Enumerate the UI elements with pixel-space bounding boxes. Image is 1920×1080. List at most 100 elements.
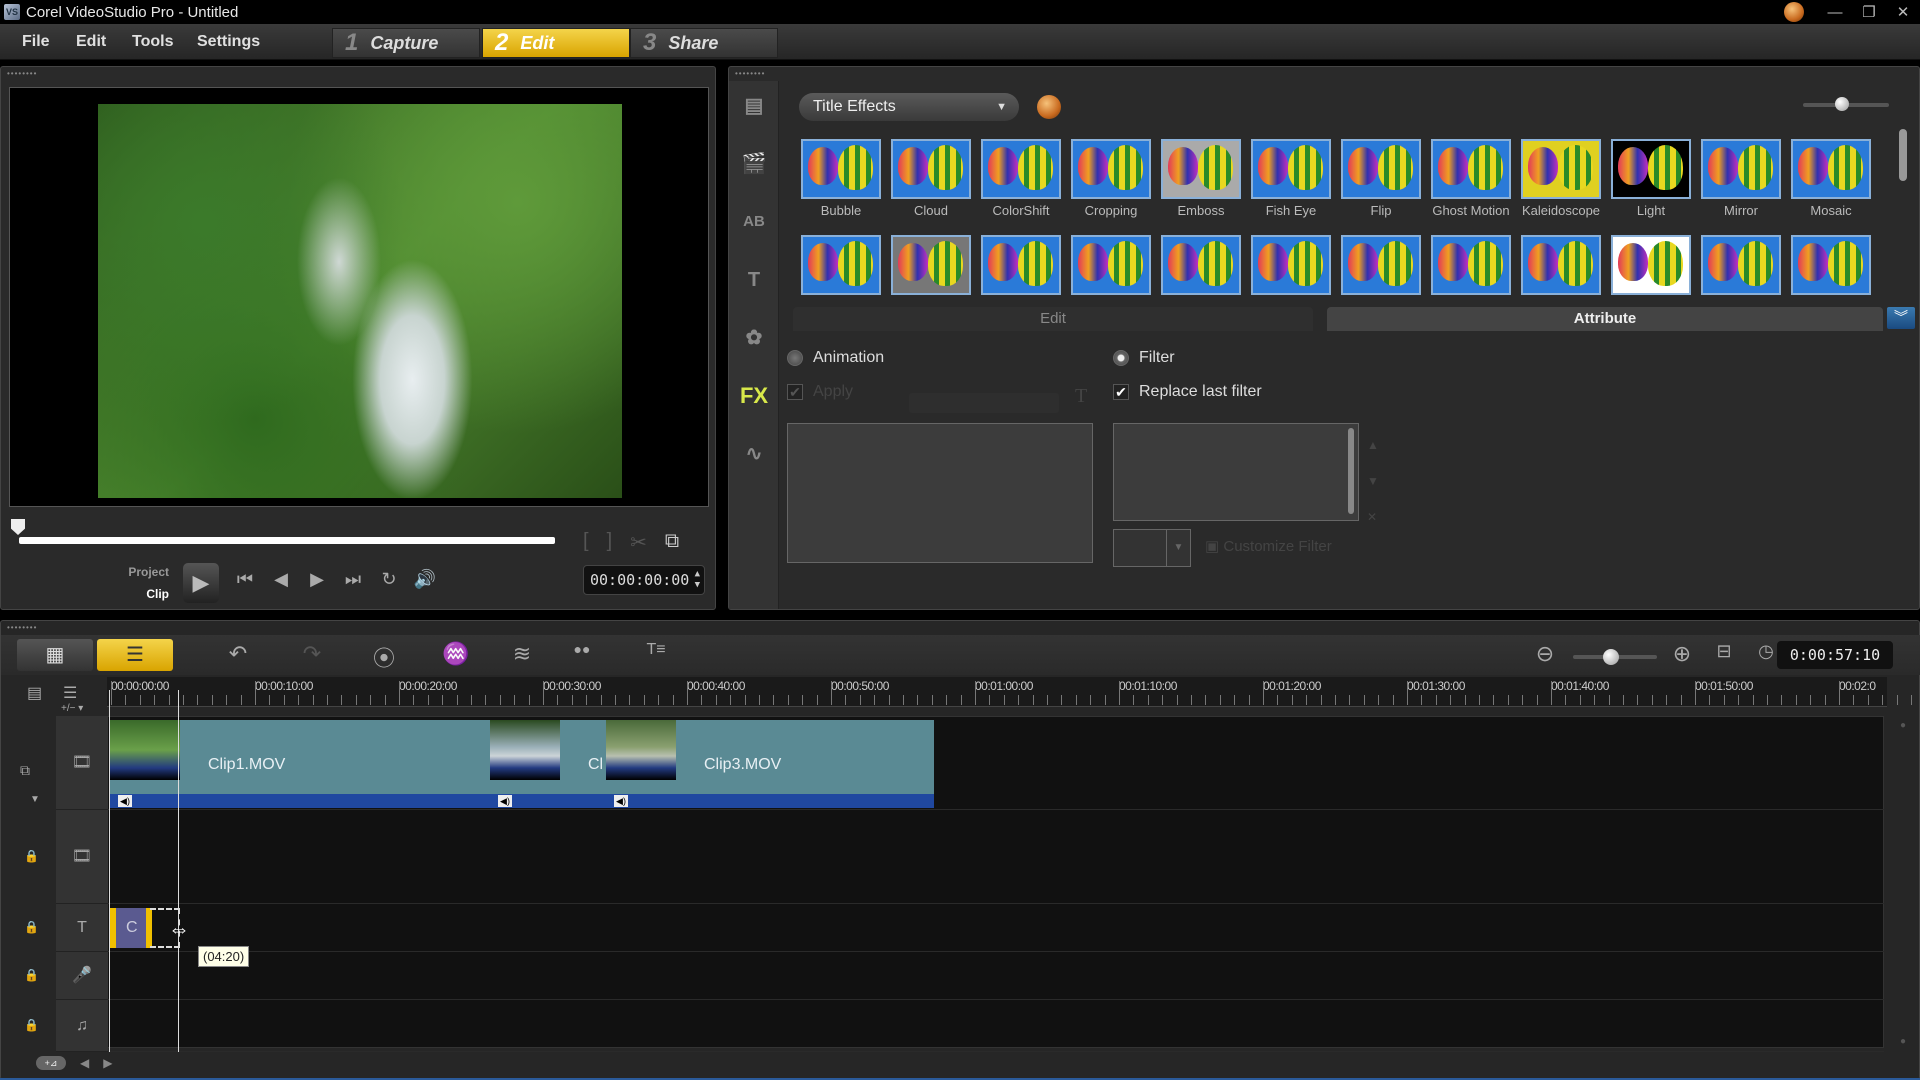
step-tab-share[interactable]: 3 Share	[630, 28, 778, 58]
add-track-button[interactable]: +⊿	[36, 1056, 66, 1070]
replace-last-filter-checkbox[interactable]: ✔	[1113, 384, 1129, 400]
speaker-icon[interactable]: ◀)	[614, 795, 628, 807]
mark-out-icon[interactable]: ]	[607, 530, 613, 555]
track-row[interactable]	[108, 1000, 1884, 1052]
title-clip[interactable]: C	[110, 908, 152, 948]
motion-tracking-icon[interactable]: ●●	[567, 641, 597, 657]
effect-thumb-colorshift[interactable]	[981, 139, 1061, 199]
path-icon[interactable]: ∿	[737, 437, 771, 471]
replace-last-filter-option[interactable]: ✔ Replace last filter	[1113, 383, 1262, 401]
track-lock-icon[interactable]: 🔒	[24, 920, 39, 934]
playhead[interactable]	[178, 690, 179, 1052]
volume-icon[interactable]: 🔊	[413, 569, 437, 590]
library-scrollbar[interactable]	[1899, 129, 1907, 181]
effect-thumb[interactable]	[1791, 235, 1871, 295]
track-manager-icon[interactable]: ▤	[27, 683, 42, 703]
project-mode-label[interactable]: Project	[123, 561, 169, 583]
clip-mode-label[interactable]: Clip	[123, 583, 169, 605]
menu-tools[interactable]: Tools	[132, 24, 173, 60]
undo-icon[interactable]: ↶	[223, 641, 253, 667]
category-dropdown[interactable]: Title Effects ▼	[799, 93, 1019, 121]
zoom-out-icon[interactable]: ⊖	[1530, 641, 1560, 667]
video-clip-3[interactable]: Clip3.MOV ◀)	[606, 720, 934, 808]
effect-thumb[interactable]	[891, 235, 971, 295]
title-icon[interactable]: T	[737, 263, 771, 297]
video-track-icon[interactable]: 🎞	[56, 716, 108, 810]
filter-list-scrollbar[interactable]	[1348, 428, 1354, 514]
step-tab-edit[interactable]: 2 Edit	[482, 28, 630, 58]
effect-thumb-mosaic[interactable]	[1791, 139, 1871, 199]
filter-option[interactable]: Filter	[1113, 349, 1175, 367]
effect-thumb[interactable]	[1341, 235, 1421, 295]
tab-edit[interactable]: Edit	[793, 307, 1313, 331]
effect-thumb[interactable]	[1431, 235, 1511, 295]
step-tab-capture[interactable]: 1 Capture	[332, 28, 480, 58]
storyboard-view-button[interactable]: ▦	[17, 639, 93, 671]
auto-music-icon[interactable]: ≋	[507, 641, 537, 667]
effect-thumb-light[interactable]	[1611, 139, 1691, 199]
zoom-slider-knob[interactable]	[1602, 649, 1619, 665]
speaker-icon[interactable]: ◀)	[118, 795, 132, 807]
help-orb-icon[interactable]	[1784, 2, 1804, 22]
tab-attribute[interactable]: Attribute	[1327, 307, 1883, 331]
music-track-icon[interactable]: ♫	[56, 1000, 108, 1052]
next-frame-icon[interactable]: ▶	[305, 569, 329, 590]
get-more-content-icon[interactable]	[1037, 95, 1061, 119]
time-ruler[interactable]: 00:00:00:00 00:00:10:00 00:00:20:00 00:00:3…	[107, 677, 1912, 707]
scrubber-handle[interactable]	[11, 519, 25, 535]
effect-thumb-cropping[interactable]	[1071, 139, 1151, 199]
timecode-field[interactable]: 00:00:00:00 ▲ ▼	[583, 565, 705, 595]
effect-thumb-mirror[interactable]	[1701, 139, 1781, 199]
effect-thumb-ghost-motion[interactable]	[1431, 139, 1511, 199]
add-remove-chapter[interactable]: +/− ▾	[61, 703, 83, 714]
mark-in-icon[interactable]: [	[583, 530, 589, 555]
track-lock-icon[interactable]: 🔒	[24, 849, 39, 863]
restore-button[interactable]: ❐	[1852, 3, 1886, 21]
menu-settings[interactable]: Settings	[197, 24, 260, 60]
animation-option[interactable]: Animation	[787, 349, 884, 367]
voice-track-icon[interactable]: 🎤	[56, 952, 108, 1000]
chapter-list-icon[interactable]: ☰	[63, 683, 77, 703]
track-lock-icon[interactable]: 🔒	[24, 968, 39, 982]
video-clip-1[interactable]: Clip1.MOV ◀)	[110, 720, 490, 808]
expand-options-icon[interactable]: ︾	[1887, 307, 1915, 329]
zoom-in-icon[interactable]: ⊕	[1667, 641, 1697, 667]
graphic-icon[interactable]: ✿	[737, 321, 771, 355]
track-row[interactable]	[108, 904, 1884, 952]
transition-icon[interactable]: AB	[737, 205, 771, 239]
filter-radio[interactable]	[1113, 350, 1129, 366]
effect-thumb[interactable]	[1611, 235, 1691, 295]
previous-frame-icon[interactable]: ◀	[269, 569, 293, 590]
timeline-zoom-slider[interactable]	[1573, 649, 1657, 665]
scrubber-bar[interactable]	[19, 537, 555, 544]
track-row[interactable]	[108, 810, 1884, 904]
video-clip-2[interactable]: Cl ◀)	[490, 720, 606, 808]
end-icon[interactable]: ⏭	[341, 569, 365, 590]
minimize-button[interactable]: —	[1818, 4, 1852, 21]
ripple-dropdown-icon[interactable]: ▼	[30, 794, 40, 805]
media-icon[interactable]: ▤	[737, 89, 771, 123]
panel-grip[interactable]: ••••••••	[735, 69, 765, 78]
scroll-right-icon[interactable]: ▶	[103, 1056, 112, 1070]
timeline-scroll-down-icon[interactable]: ●	[1900, 1036, 1906, 1047]
home-icon[interactable]: ⏮	[233, 569, 257, 590]
track-row[interactable]	[108, 952, 1884, 1000]
effect-thumb[interactable]	[1521, 235, 1601, 295]
timecode-spinner[interactable]: ▲ ▼	[695, 569, 700, 591]
speaker-icon[interactable]: ◀)	[498, 795, 512, 807]
sound-mixer-icon[interactable]: ♒	[441, 641, 471, 667]
redo-icon[interactable]: ↷	[297, 641, 327, 667]
record-capture-icon[interactable]: ⦿	[369, 641, 399, 673]
ripple-edit-icon[interactable]: ⧉	[20, 762, 30, 779]
panel-grip[interactable]: ••••••••	[7, 623, 37, 632]
effect-thumb[interactable]	[801, 235, 881, 295]
split-clip-icon[interactable]: ✂	[630, 530, 647, 555]
menu-edit[interactable]: Edit	[76, 24, 106, 60]
effect-thumb-cloud[interactable]	[891, 139, 971, 199]
effect-thumb[interactable]	[1701, 235, 1781, 295]
enlarge-preview-icon[interactable]: ⧉	[665, 530, 679, 555]
effect-thumb[interactable]	[1161, 235, 1241, 295]
panel-grip[interactable]: ••••••••	[7, 69, 37, 78]
close-button[interactable]: ✕	[1886, 3, 1920, 21]
effect-thumb-kaleidoscope[interactable]	[1521, 139, 1601, 199]
